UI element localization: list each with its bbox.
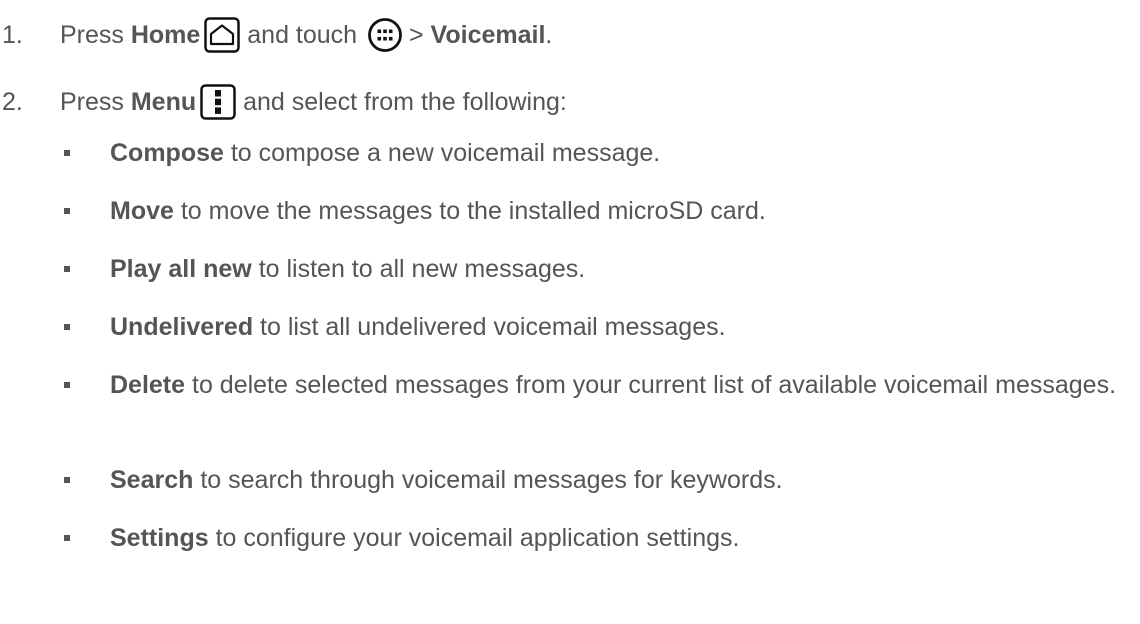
list-item: Search to search through voicemail messa… <box>58 462 1118 498</box>
bullet-icon <box>58 251 110 287</box>
bullet-icon <box>58 193 110 229</box>
menu-icon <box>200 84 236 120</box>
step-text-pre: Press <box>60 87 131 116</box>
home-label: Home <box>130 20 201 49</box>
option-label: Play all new <box>110 255 252 283</box>
bullet-icon <box>58 367 110 403</box>
list-item: Play all new to listen to all new messag… <box>58 251 1118 287</box>
option-description: to list all undelivered voicemail messag… <box>253 313 726 341</box>
list-item: Compose to compose a new voicemail messa… <box>58 135 1118 171</box>
list-item: Settings to configure your voicemail app… <box>58 520 1118 556</box>
bullet-icon <box>58 462 110 498</box>
step-text-post: and select from the following: <box>236 87 567 116</box>
option-description: to configure your voicemail application … <box>208 524 740 552</box>
instructions-document: 1. Press Home and touch > Voicemail . 2.… <box>0 0 1140 624</box>
option-label: Compose <box>110 139 224 167</box>
option-description: to listen to all new messages. <box>251 255 586 283</box>
home-icon <box>204 17 241 53</box>
option-label: Delete <box>110 371 186 399</box>
option-label: Move <box>110 197 174 225</box>
list-item: Undelivered to list all undelivered voic… <box>58 309 1118 345</box>
option-description: to search through voicemail messages for… <box>193 466 783 494</box>
step-number: 1. <box>2 20 23 49</box>
list-item: Delete to delete selected messages from … <box>58 367 1118 403</box>
apps-icon <box>368 18 402 52</box>
step-text-pre: Press <box>60 20 131 49</box>
list-item: Move to move the messages to the install… <box>58 193 1118 229</box>
option-label: Undelivered <box>110 313 254 341</box>
step-1: 1. Press Home and touch > Voicemail . <box>0 15 552 55</box>
option-description: to move the messages to the installed mi… <box>173 197 766 225</box>
step-2: 2. Press Menu and select from the follow… <box>0 82 567 122</box>
bullet-icon <box>58 520 110 556</box>
option-label: Search <box>110 466 194 494</box>
menu-label: Menu <box>130 87 197 116</box>
step-number: 2. <box>2 87 23 116</box>
step-text-mid: and touch <box>240 20 365 49</box>
step-text-post: . <box>545 20 553 49</box>
bullet-icon <box>58 309 110 345</box>
step-text-sep: > <box>402 20 431 49</box>
voicemail-label: Voicemail <box>430 20 546 49</box>
option-description: to compose a new voicemail message. <box>223 139 661 167</box>
option-label: Settings <box>110 524 209 552</box>
option-description: to delete selected messages from your cu… <box>185 371 1117 399</box>
bullet-icon <box>58 135 110 171</box>
